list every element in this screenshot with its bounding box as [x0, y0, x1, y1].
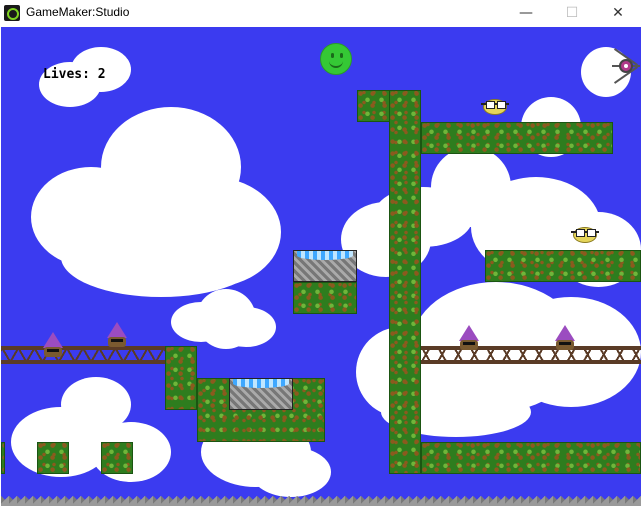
gnome-enemy	[105, 322, 129, 350]
bridge-left	[1, 346, 165, 364]
grass-block	[293, 282, 357, 314]
grass-pillar	[389, 90, 421, 474]
grass-block	[37, 442, 69, 474]
grass-block	[165, 346, 197, 410]
minimize-button[interactable]: —	[503, 0, 549, 27]
game-canvas[interactable]: Lives: 2	[1, 27, 641, 506]
grass-block	[101, 442, 133, 474]
bird-enemy	[571, 225, 599, 243]
cloud	[251, 447, 331, 497]
cloud	[216, 307, 276, 347]
close-button[interactable]: ✕	[595, 0, 641, 27]
gnome-enemy	[41, 332, 65, 360]
player-smiley	[320, 43, 352, 75]
spider-enemy	[612, 48, 640, 84]
bird-enemy	[481, 97, 509, 115]
window-title: GameMaker:Studio	[26, 5, 130, 19]
window-titlebar: GameMaker:Studio — ☐ ✕	[0, 0, 642, 27]
maximize-button[interactable]: ☐	[549, 0, 595, 27]
gamemaker-app-icon	[4, 5, 20, 21]
gnome-enemy	[553, 325, 577, 353]
cloud	[61, 217, 261, 297]
grass-ledge	[421, 122, 613, 154]
spring-pad	[229, 378, 293, 410]
grass-floor	[421, 442, 641, 474]
grass-ledge	[485, 250, 641, 282]
lives-counter: Lives: 2	[43, 67, 106, 82]
floor-spikes	[1, 494, 641, 506]
bridge-right	[421, 346, 641, 364]
grass-block	[1, 442, 5, 474]
gnome-enemy	[457, 325, 481, 353]
spring-pad	[293, 250, 357, 282]
